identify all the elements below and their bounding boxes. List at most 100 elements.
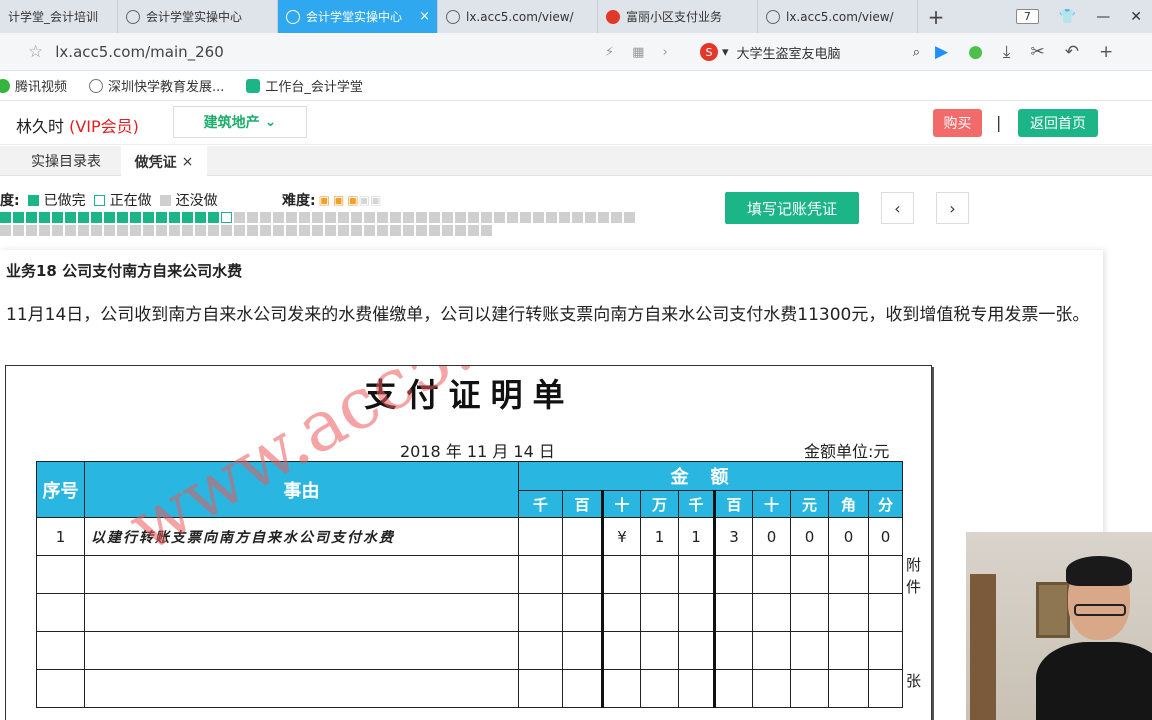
progress-cell[interactable]	[520, 212, 531, 223]
progress-cell[interactable]	[117, 225, 128, 236]
progress-cell[interactable]	[429, 212, 440, 223]
minimize-icon[interactable]: —	[1096, 9, 1110, 25]
bookmark-shenzhen-edu[interactable]: 深圳快学教育发展...	[89, 76, 224, 95]
progress-cell[interactable]	[624, 212, 635, 223]
progress-cell[interactable]	[273, 225, 284, 236]
play-icon[interactable]: ▶	[935, 42, 948, 62]
progress-cell[interactable]	[91, 225, 102, 236]
close-icon[interactable]: ×	[182, 154, 194, 170]
close-tab-icon[interactable]: ×	[419, 9, 430, 24]
progress-cell[interactable]	[130, 212, 141, 223]
browser-tab-2[interactable]: 会计学堂实操中心	[118, 0, 278, 33]
progress-cell[interactable]	[234, 225, 245, 236]
progress-cell[interactable]	[364, 212, 375, 223]
progress-cell[interactable]	[403, 225, 414, 236]
progress-cell[interactable]	[117, 212, 128, 223]
progress-cell[interactable]	[0, 212, 11, 223]
progress-cell[interactable]	[338, 212, 349, 223]
tab-catalog[interactable]: 实操目录表	[14, 146, 118, 176]
bookmark-workbench[interactable]: 工作台_会计学堂	[246, 76, 363, 95]
progress-cell[interactable]	[299, 212, 310, 223]
progress-cell[interactable]	[507, 212, 518, 223]
progress-cell[interactable]	[494, 212, 505, 223]
progress-cell[interactable]	[338, 225, 349, 236]
progress-cell[interactable]	[585, 212, 596, 223]
progress-cell[interactable]	[286, 212, 297, 223]
wechat-icon[interactable]: ●	[968, 42, 983, 62]
progress-cell[interactable]	[0, 225, 11, 236]
progress-cell[interactable]	[221, 225, 232, 236]
star-icon[interactable]: ☆	[28, 42, 43, 62]
browser-tab-6[interactable]: lx.acc5.com/view/	[758, 0, 918, 33]
progress-cell[interactable]	[390, 225, 401, 236]
progress-cell[interactable]	[351, 225, 362, 236]
progress-cell[interactable]	[156, 225, 167, 236]
progress-cell[interactable]	[78, 212, 89, 223]
new-tab-button[interactable]: +	[918, 0, 954, 33]
progress-cell[interactable]	[533, 212, 544, 223]
progress-cell[interactable]	[156, 212, 167, 223]
progress-cell[interactable]	[208, 225, 219, 236]
progress-cell[interactable]	[377, 225, 388, 236]
progress-cell[interactable]	[65, 212, 76, 223]
tab-count-badge[interactable]: 7	[1015, 9, 1039, 24]
progress-cell[interactable]	[104, 225, 115, 236]
url-field[interactable]: lx.acc5.com/main_260	[55, 43, 224, 61]
download-icon[interactable]: ⤓	[1003, 42, 1011, 62]
progress-cell[interactable]	[377, 212, 388, 223]
buy-button[interactable]: 购买	[933, 109, 982, 137]
progress-cell[interactable]	[312, 212, 323, 223]
maximize-icon[interactable]: ✕	[1130, 9, 1142, 25]
progress-cell[interactable]	[468, 212, 479, 223]
progress-cell[interactable]	[416, 212, 427, 223]
bookmark-tencent-video[interactable]: 腾讯视频	[0, 76, 67, 95]
undo-icon[interactable]: ↶	[1065, 42, 1079, 62]
progress-cell[interactable]	[429, 225, 440, 236]
progress-cell[interactable]	[13, 212, 24, 223]
home-button[interactable]: 返回首页	[1018, 109, 1098, 137]
progress-cell[interactable]	[390, 212, 401, 223]
progress-cell[interactable]	[364, 225, 375, 236]
progress-cell[interactable]	[247, 212, 258, 223]
progress-cell[interactable]	[182, 225, 193, 236]
progress-cell[interactable]	[78, 225, 89, 236]
progress-cell[interactable]	[65, 225, 76, 236]
progress-cell[interactable]	[598, 212, 609, 223]
progress-cell[interactable]	[169, 225, 180, 236]
progress-cell[interactable]	[455, 212, 466, 223]
category-dropdown[interactable]: 建筑地产 ⌄	[173, 106, 307, 138]
progress-cell[interactable]	[455, 225, 466, 236]
progress-cell[interactable]	[52, 212, 63, 223]
tab-voucher[interactable]: 做凭证 ×	[121, 146, 207, 177]
next-button[interactable]: ›	[936, 192, 969, 224]
browser-tab-3-active[interactable]: 会计学堂实操中心 ×	[278, 0, 438, 33]
progress-cell[interactable]	[143, 212, 154, 223]
progress-cell[interactable]	[26, 212, 37, 223]
progress-cell[interactable]	[143, 225, 154, 236]
progress-cell[interactable]	[468, 225, 479, 236]
progress-cell[interactable]	[325, 212, 336, 223]
search-engine-dropdown-icon[interactable]: ▾	[722, 45, 729, 60]
progress-cell[interactable]	[299, 225, 310, 236]
progress-cell[interactable]	[442, 225, 453, 236]
progress-cell[interactable]	[481, 212, 492, 223]
progress-cell[interactable]	[559, 212, 570, 223]
progress-cell[interactable]	[416, 225, 427, 236]
progress-cell[interactable]	[312, 225, 323, 236]
progress-cell[interactable]	[546, 212, 557, 223]
more-icon[interactable]: +	[1099, 42, 1113, 62]
progress-cell[interactable]	[91, 212, 102, 223]
progress-cell[interactable]	[260, 225, 271, 236]
progress-cell[interactable]	[286, 225, 297, 236]
progress-cell[interactable]	[182, 212, 193, 223]
progress-cell[interactable]	[13, 225, 24, 236]
progress-cell[interactable]	[221, 212, 232, 223]
browser-tab-5[interactable]: 富丽小区支付业务	[598, 0, 758, 33]
lightning-icon[interactable]: ⚡	[605, 45, 614, 60]
search-icon[interactable]: ⌕	[913, 45, 920, 60]
grid-icon[interactable]: ▦	[632, 45, 644, 60]
progress-cell[interactable]	[325, 225, 336, 236]
progress-cell[interactable]	[273, 212, 284, 223]
progress-cell[interactable]	[481, 225, 492, 236]
progress-cell[interactable]	[442, 212, 453, 223]
